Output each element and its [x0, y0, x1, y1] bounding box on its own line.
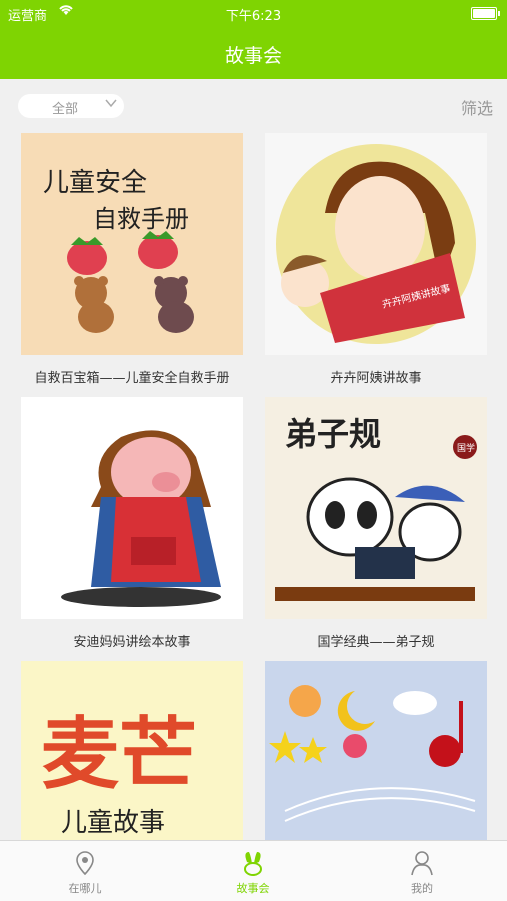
- app-header: 运营商 下午6:23 故事会: [0, 0, 507, 79]
- svg-text:儿童安全: 儿童安全: [43, 168, 147, 198]
- svg-text:弟子规: 弟子规: [285, 415, 381, 453]
- clock: 下午6:23: [225, 9, 282, 24]
- tab-story[interactable]: 故事会: [203, 841, 303, 901]
- filter-button[interactable]: 筛选: [461, 95, 493, 119]
- tab-label: 故事会: [236, 882, 270, 895]
- tab-bar: 在哪儿 故事会 我的: [0, 840, 507, 901]
- story-card-3[interactable]: [21, 397, 243, 619]
- story-cover-music: [269, 685, 476, 822]
- tab-profile[interactable]: 我的: [372, 841, 472, 901]
- story-card-5[interactable]: 麦芒 儿童故事: [21, 661, 243, 840]
- story-title[interactable]: 自救百宝箱——儿童安全自救手册: [11, 367, 253, 386]
- battery-icon: [471, 7, 500, 20]
- story-cover-dizigui: 弟子规 国学: [275, 415, 477, 601]
- story-title[interactable]: 卉卉阿姨讲故事: [255, 367, 497, 386]
- category-value: 全部: [52, 102, 79, 117]
- tab-label: 我的: [411, 882, 433, 895]
- story-cover-safety-manual: 儿童安全 自救手册: [43, 168, 194, 333]
- category-dropdown[interactable]: 全部: [18, 94, 124, 118]
- story-card-6[interactable]: [265, 661, 487, 840]
- person-icon: [411, 851, 433, 876]
- svg-text:自救手册: 自救手册: [93, 205, 189, 233]
- story-card-4[interactable]: 弟子规 国学: [265, 397, 487, 619]
- svg-text:儿童故事: 儿童故事: [61, 808, 165, 838]
- story-card-1[interactable]: 儿童安全 自救手册: [21, 133, 243, 355]
- story-title[interactable]: 安迪妈妈讲绘本故事: [11, 631, 253, 650]
- status-bar: 运营商 下午6:23: [0, 0, 507, 28]
- chevron-down-icon: [105, 99, 117, 108]
- story-cover-aunt-storytelling: 卉卉阿姨讲故事: [276, 144, 476, 344]
- svg-text:麦芒: 麦芒: [41, 710, 197, 800]
- story-cover-maimang: 麦芒 儿童故事: [41, 710, 197, 838]
- story-cover-andy-mom: [61, 430, 221, 607]
- bunny-ears-icon: [244, 852, 262, 876]
- story-title[interactable]: 国学经典——弟子规: [255, 631, 497, 650]
- location-pin-icon: [76, 851, 94, 876]
- filter-bar: 全部 筛选: [0, 79, 507, 131]
- svg-text:国学: 国学: [457, 442, 475, 454]
- story-card-2[interactable]: 卉卉阿姨讲故事: [265, 133, 487, 355]
- tab-label: 在哪儿: [68, 882, 102, 895]
- page-title: 故事会: [224, 45, 282, 67]
- tab-location[interactable]: 在哪儿: [35, 841, 135, 901]
